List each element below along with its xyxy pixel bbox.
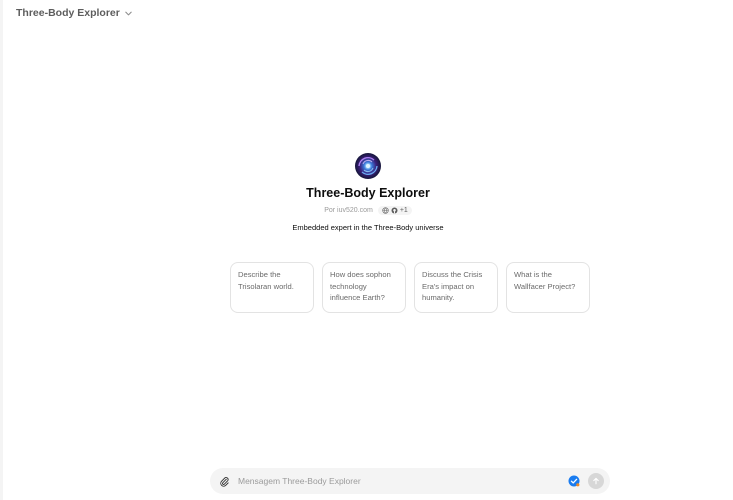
- capabilities-chip[interactable]: +1: [377, 206, 412, 215]
- gpt-description: Embedded expert in the Three-Body univer…: [292, 223, 444, 232]
- starter-card[interactable]: Describe the Trisolaran world.: [230, 262, 314, 313]
- gpt-intro: Three-Body Explorer Por iuv520.com +1 Em…: [3, 153, 733, 232]
- starter-card[interactable]: How does sophon technology influence Ear…: [322, 262, 406, 313]
- conversation-starters: Describe the Trisolaran world. How does …: [230, 262, 590, 313]
- gpt-meta: Por iuv520.com +1: [324, 206, 412, 215]
- github-icon: [391, 207, 398, 214]
- chevron-down-icon: [125, 11, 132, 15]
- starter-card[interactable]: Discuss the Crisis Era's impact on human…: [414, 262, 498, 313]
- header-title: Three-Body Explorer: [16, 7, 120, 19]
- message-composer: [210, 468, 610, 494]
- gpt-name: Three-Body Explorer: [306, 186, 430, 200]
- gpt-selector[interactable]: Three-Body Explorer: [16, 7, 133, 19]
- globe-icon: [382, 207, 389, 214]
- capabilities-extra: +1: [399, 207, 408, 214]
- chat-page: Three-Body Explorer Three-Body Explorer …: [0, 0, 733, 500]
- arrow-up-icon: [593, 477, 599, 485]
- author-label[interactable]: Por iuv520.com: [324, 207, 373, 214]
- paperclip-icon[interactable]: [219, 476, 230, 487]
- send-button[interactable]: [588, 473, 604, 489]
- message-input[interactable]: [238, 476, 568, 486]
- vortex-logo-icon: [358, 156, 378, 176]
- starter-card[interactable]: What is the Wallfacer Project?: [506, 262, 590, 313]
- checkmark-badge-icon[interactable]: [568, 475, 580, 487]
- avatar: [355, 153, 381, 179]
